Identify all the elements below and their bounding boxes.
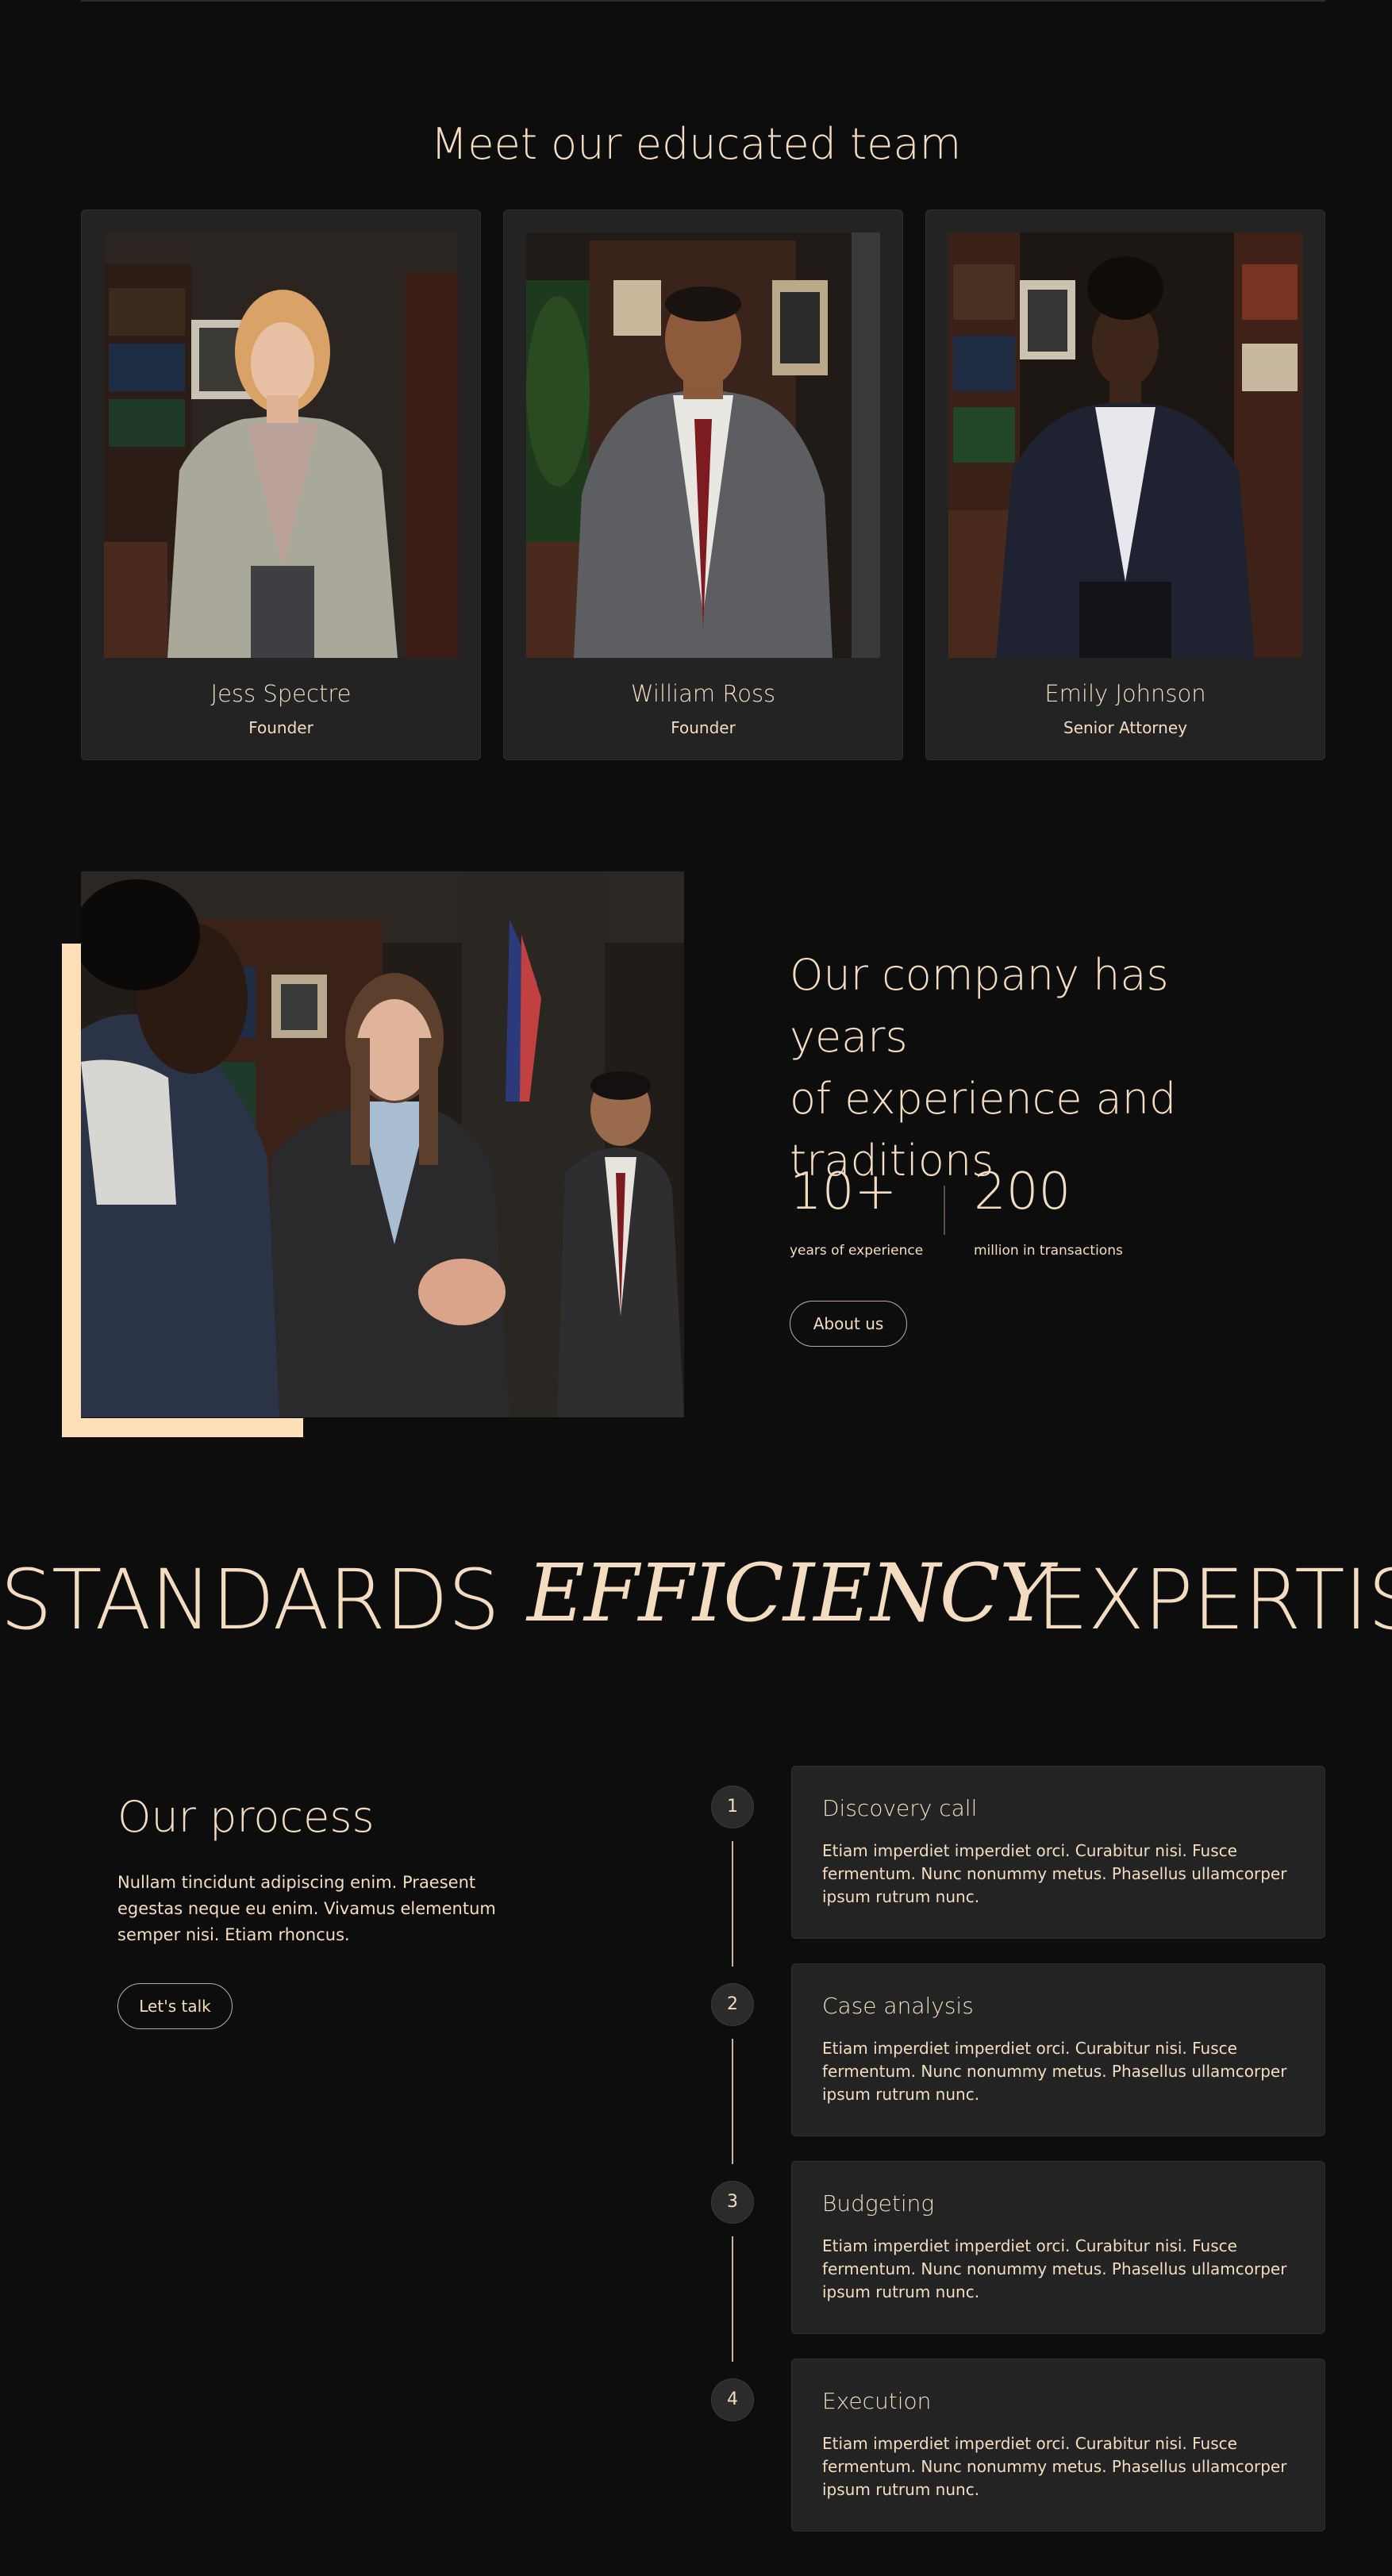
values-marquee: STANDARDS EFFICIENCY EXPERTIS [0,1551,1392,1655]
about-photo [81,871,684,1417]
step-title: Discovery call [822,1795,978,1821]
team-photo-william [526,233,880,658]
team-member-role: Senior Attorney [1063,718,1187,737]
step-title: Case analysis [822,1993,974,2019]
stat-divider [944,1186,945,1235]
step-connector [732,2236,733,2362]
step-connector [732,2039,733,2164]
step-number-3: 3 [711,2181,754,2224]
team-photo-jess [104,233,458,658]
marquee-word: STANDARDS [0,1551,500,1648]
about-heading-line: Our company has years [790,950,1169,1062]
team-card-jess[interactable]: Jess Spectre Founder [81,210,481,760]
marquee-word: EFFICIENCY [527,1551,1052,1640]
team-card-william[interactable]: William Ross Founder [503,210,903,760]
stat-value-transactions: 200 [974,1163,1071,1221]
team-member-role: Founder [248,718,313,737]
team-member-name: William Ross [630,680,776,707]
step-number-1: 1 [711,1786,754,1828]
team-member-role: Founder [671,718,736,737]
team-photo-emily [948,233,1302,658]
team-card-emily[interactable]: Emily Johnson Senior Attorney [925,210,1325,760]
team-member-name: Jess Spectre [210,680,352,707]
process-step-card: Discovery call Etiam imperdiet imperdiet… [791,1766,1325,1939]
step-text: Etiam imperdiet imperdiet orci. Curabitu… [822,2236,1287,2301]
step-number-4: 4 [711,2378,754,2421]
process-step-card: Budgeting Etiam imperdiet imperdiet orci… [791,2161,1325,2334]
about-us-button[interactable]: About us [790,1301,907,1347]
stat-label-transactions: million in transactions [974,1243,1123,1259]
process-description: Nullam tincidunt adipiscing enim. Praese… [117,1873,496,1944]
step-connector [732,1841,733,1967]
team-member-name: Emily Johnson [1044,680,1206,707]
about-heading: Our company has years of experience and … [790,944,1298,1192]
lets-talk-button[interactable]: Let's talk [117,1983,233,2029]
stat-label-years: years of experience [790,1243,924,1259]
step-title: Execution [822,2388,932,2414]
team-section-title: Meet our educated team [430,119,962,169]
top-divider [81,0,1325,2]
process-title: Our process [117,1792,375,1842]
step-number-2: 2 [711,1983,754,2026]
step-text: Etiam imperdiet imperdiet orci. Curabitu… [822,2039,1287,2104]
process-step-card: Execution Etiam imperdiet imperdiet orci… [791,2359,1325,2532]
stat-value-years: 10+ [790,1163,898,1221]
step-text: Etiam imperdiet imperdiet orci. Curabitu… [822,1841,1287,1906]
about-heading-line: of experience and [790,1074,1177,1124]
marquee-word: EXPERTIS [1036,1551,1392,1648]
step-title: Budgeting [822,2190,935,2217]
process-step-card: Case analysis Etiam imperdiet imperdiet … [791,1963,1325,2136]
step-text: Etiam imperdiet imperdiet orci. Curabitu… [822,2434,1287,2499]
